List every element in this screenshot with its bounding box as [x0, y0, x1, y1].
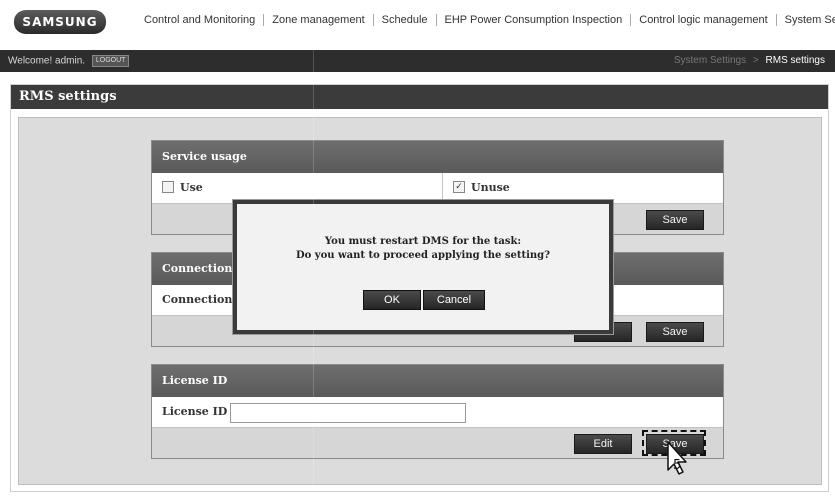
license-id-title: License ID	[152, 365, 723, 397]
nav-system-settings[interactable]: System Settings	[777, 14, 835, 26]
nav-zone-management[interactable]: Zone management	[264, 14, 374, 26]
pointer-cursor-icon	[667, 441, 687, 475]
step-number: 5	[673, 458, 682, 473]
license-id-footer: Edit Save	[152, 428, 723, 458]
breadcrumb: System Settings > RMS settings	[674, 55, 825, 66]
nav-control-logic-management[interactable]: Control logic management	[631, 14, 777, 26]
use-option[interactable]: Use	[162, 173, 203, 203]
nav-schedule[interactable]: Schedule	[374, 14, 437, 26]
unuse-checkbox[interactable]: ✓	[453, 181, 465, 193]
dialog-cancel-button[interactable]: Cancel	[423, 290, 485, 310]
welcome-text: Welcome! admin.	[8, 55, 86, 67]
license-id-edit-button[interactable]: Edit	[574, 434, 632, 454]
unuse-option[interactable]: ✓ Unuse	[442, 173, 723, 203]
license-id-section: License ID License ID Edit Save	[151, 364, 724, 459]
logout-button[interactable]: LOGOUT	[91, 55, 130, 67]
page-title: RMS settings	[19, 89, 117, 104]
page-header: RMS settings	[11, 85, 828, 109]
use-label: Use	[180, 181, 203, 194]
dialog-ok-button[interactable]: OK	[363, 290, 421, 310]
breadcrumb-separator: >	[752, 55, 759, 66]
top-bar: SAMSUNG Control and Monitoring Zone mana…	[0, 0, 835, 50]
license-id-input[interactable]	[230, 403, 466, 423]
welcome-area: Welcome! admin. LOGOUT	[8, 55, 130, 67]
unuse-label: Unuse	[471, 181, 510, 194]
breadcrumb-current: RMS settings	[765, 55, 825, 66]
license-id-row: License ID	[152, 397, 723, 428]
samsung-logo: SAMSUNG	[14, 10, 106, 34]
dialog-message-line1: You must restart DMS for the task:	[324, 236, 522, 247]
welcome-bar: Welcome! admin. LOGOUT System Settings >…	[0, 50, 835, 72]
nav-control-monitoring[interactable]: Control and Monitoring	[140, 14, 265, 26]
connection-id-save-button[interactable]: Save	[646, 322, 704, 342]
use-checkbox[interactable]	[162, 181, 174, 193]
service-usage-save-button[interactable]: Save	[646, 210, 704, 230]
license-id-label: License ID	[162, 405, 228, 418]
breadcrumb-parent[interactable]: System Settings	[674, 55, 746, 66]
confirm-dialog: You must restart DMS for the task: Do yo…	[233, 200, 613, 334]
nav-ehp-power-consumption[interactable]: EHP Power Consumption Inspection	[437, 14, 632, 26]
top-navigation: Control and Monitoring Zone management S…	[140, 14, 835, 26]
service-usage-title: Service usage	[152, 141, 723, 173]
dialog-message-line2: Do you want to proceed applying the sett…	[295, 250, 550, 261]
